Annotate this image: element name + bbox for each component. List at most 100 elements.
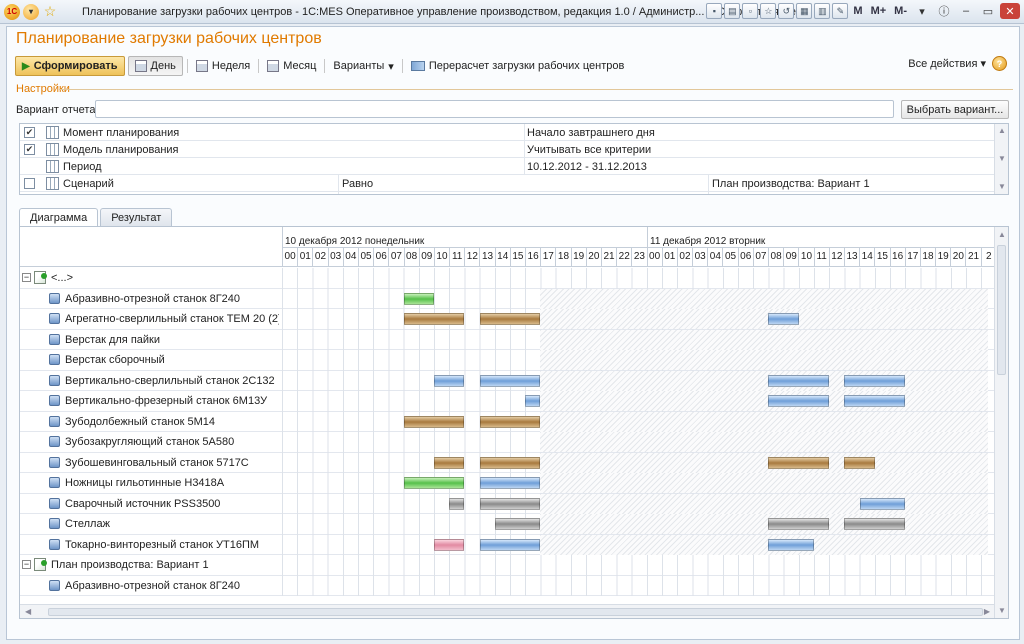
setting-checkbox[interactable]: ✔ [24, 144, 35, 155]
maximize-icon[interactable]: ▭ [978, 3, 998, 19]
load-bar[interactable] [434, 374, 465, 387]
load-bar[interactable] [768, 395, 830, 407]
hour-label: 18 [555, 248, 570, 266]
work-center-row[interactable]: Агрегатно-сверлильный станок ТЕМ 20 (2) … [20, 309, 996, 330]
setting-row[interactable]: ✔ Модель планирования Учитывать все крит… [20, 141, 996, 158]
hour-label: 15 [874, 248, 889, 266]
settings-scrollbar[interactable]: ▲ ▼ ▼ [994, 124, 1008, 194]
unavailable-time [540, 493, 988, 514]
preview-icon[interactable]: ▫ [742, 3, 759, 19]
tab-diagram[interactable]: Диаграмма [19, 208, 99, 227]
work-center-row[interactable]: Ножницы гильотинные Н3418А [20, 473, 996, 494]
load-bar[interactable] [768, 518, 830, 530]
memory-m-button[interactable]: M [850, 5, 865, 17]
gantt-horizontal-scrollbar[interactable]: ◀ ▶ [20, 604, 996, 618]
generate-button[interactable]: ▶ Сформировать [15, 56, 125, 76]
load-bar[interactable] [403, 415, 465, 428]
work-center-icon [49, 354, 60, 365]
work-center-row[interactable]: Абразивно-отрезной станок 8Г240 [20, 288, 996, 309]
print-icon[interactable]: ▤ [724, 3, 741, 19]
memory-m-minus-button[interactable]: M- [891, 5, 910, 17]
load-bar[interactable] [449, 497, 465, 510]
load-bar[interactable] [434, 456, 465, 469]
load-bar[interactable] [768, 374, 830, 387]
load-bar[interactable] [479, 374, 541, 387]
memory-m-plus-button[interactable]: M+ [868, 5, 890, 17]
group-row[interactable]: − <...> [20, 268, 996, 289]
hour-label: 05 [722, 248, 737, 266]
history-icon[interactable]: ↺ [778, 3, 795, 19]
favorites-star-icon[interactable]: ☆ [42, 3, 58, 20]
load-bar[interactable] [479, 538, 541, 551]
settings-table: ✔ Момент планирования Начало завтрашнего… [19, 123, 1009, 195]
work-center-row[interactable]: Верстак сборочный [20, 350, 996, 371]
unavailable-time [540, 411, 988, 432]
work-center-row[interactable]: Стеллаж [20, 514, 996, 535]
load-bar[interactable] [859, 497, 906, 510]
month-button[interactable]: Месяц [263, 56, 320, 76]
row-timeline [282, 432, 988, 453]
load-bar[interactable] [844, 374, 906, 387]
setting-checkbox[interactable]: ✔ [24, 127, 35, 138]
choose-variant-button[interactable]: Выбрать вариант... [901, 100, 1009, 119]
work-center-row[interactable]: Вертикально-сверлильный станок 2С132 [20, 370, 996, 391]
recalc-button[interactable]: Перерасчет загрузки рабочих центров [407, 56, 629, 76]
load-bar[interactable] [479, 415, 541, 428]
notes-icon[interactable]: ✎ [832, 3, 849, 19]
load-bar[interactable] [403, 313, 465, 325]
load-bar[interactable] [434, 538, 465, 551]
group-row[interactable]: − План производства: Вариант 1 [20, 555, 996, 576]
options-icon[interactable]: ▾ [912, 3, 932, 19]
work-center-row[interactable]: Сварочный источник PSS3500 [20, 493, 996, 514]
load-bar[interactable] [479, 456, 541, 469]
gantt-vertical-scrollbar[interactable]: ▲ ▼ [994, 227, 1008, 618]
app-logo-icon[interactable]: 1С [4, 3, 20, 20]
close-icon[interactable]: ✕ [1000, 3, 1020, 19]
variants-button[interactable]: Варианты ▾ [329, 56, 397, 76]
load-bar[interactable] [479, 313, 541, 325]
info-icon[interactable]: ⓘ [934, 3, 954, 19]
row-label: Ножницы гильотинные Н3418А [65, 477, 225, 489]
work-center-row[interactable]: Абразивно-отрезной станок 8Г240 [20, 575, 996, 596]
day-button[interactable]: День [127, 56, 183, 76]
work-center-row[interactable]: Токарно-винторезный станок УТ16ПМ [20, 534, 996, 555]
unavailable-time [540, 473, 988, 493]
load-bar[interactable] [844, 456, 875, 469]
load-bar[interactable] [479, 497, 541, 510]
calculator-icon[interactable]: ▦ [796, 3, 813, 19]
row-timeline [282, 555, 988, 576]
favorites-icon[interactable]: ☆ [760, 3, 777, 19]
main-menu-icon[interactable]: ▾ [23, 3, 39, 20]
load-bar[interactable] [768, 456, 830, 469]
setting-row[interactable]: Период 10.12.2012 - 31.12.2013 [20, 158, 996, 175]
setting-row[interactable]: Сценарий Равно План производства: Вариан… [20, 175, 996, 192]
setting-checkbox[interactable] [24, 178, 35, 189]
load-bar[interactable] [494, 518, 541, 530]
load-bar[interactable] [403, 477, 465, 489]
calendar-icon[interactable]: ▥ [814, 3, 831, 19]
save-icon[interactable]: ▪ [706, 3, 723, 19]
load-bar[interactable] [768, 538, 814, 551]
all-actions-button[interactable]: Все действия ▾ [908, 57, 986, 70]
tab-result[interactable]: Результат [100, 208, 173, 226]
work-center-row[interactable]: Зубодолбежный станок 5М14 [20, 411, 996, 432]
work-center-row[interactable]: Верстак для пайки [20, 329, 996, 350]
variant-field[interactable] [95, 100, 894, 118]
work-center-row[interactable]: Зубошевинговальный станок 5717С [20, 452, 996, 473]
load-bar[interactable] [525, 395, 541, 407]
row-timeline [282, 493, 988, 514]
minimize-icon[interactable]: – [956, 3, 976, 19]
collapse-toggle-icon[interactable]: − [22, 273, 31, 282]
load-bar[interactable] [844, 395, 906, 407]
work-center-row[interactable]: Вертикально-фрезерный станок 6М13У [20, 391, 996, 412]
load-bar[interactable] [403, 292, 434, 305]
load-bar[interactable] [479, 477, 541, 489]
help-icon[interactable]: ? [992, 56, 1007, 71]
collapse-toggle-icon[interactable]: − [22, 560, 31, 569]
hour-label: 16 [889, 248, 905, 266]
setting-row[interactable]: ✔ Момент планирования Начало завтрашнего… [20, 124, 996, 141]
load-bar[interactable] [844, 518, 906, 530]
week-button[interactable]: Неделя [192, 56, 254, 76]
load-bar[interactable] [768, 313, 799, 325]
work-center-row[interactable]: Зубозакругляющий станок 5А580 [20, 432, 996, 453]
